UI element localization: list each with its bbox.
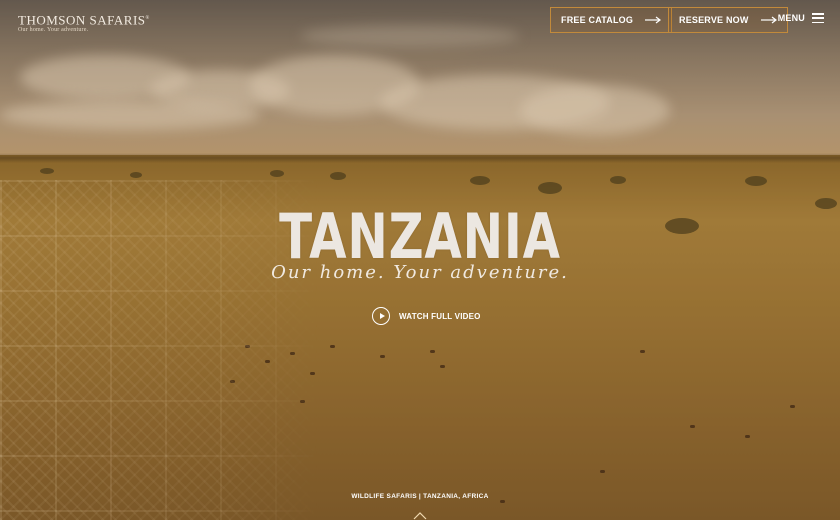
arrow-right-icon — [760, 16, 777, 24]
chevron-up-icon[interactable] — [413, 511, 427, 520]
play-icon — [372, 307, 390, 325]
brand-name: THOMSON SAFARIS® — [18, 12, 150, 28]
free-catalog-label: FREE CATALOG — [561, 15, 634, 25]
reserve-now-button[interactable]: RESERVE NOW — [668, 7, 788, 33]
watch-video-button[interactable]: WATCH FULL VIDEO — [372, 307, 481, 325]
hamburger-icon — [812, 13, 824, 23]
menu-button[interactable]: MENU — [778, 13, 824, 23]
brand-logo[interactable]: THOMSON SAFARIS® Our home. Your adventur… — [18, 12, 150, 34]
registered-mark: ® — [145, 16, 150, 21]
menu-label: MENU — [777, 13, 805, 23]
watch-video-label: WATCH FULL VIDEO — [399, 311, 481, 321]
free-catalog-button[interactable]: FREE CATALOG — [550, 7, 673, 33]
arrow-right-icon — [645, 16, 662, 24]
reserve-now-label: RESERVE NOW — [679, 15, 749, 25]
hero-script-tagline: Our home. Your adventure. — [271, 262, 569, 283]
brand-tagline: Our home. Your adventure. — [18, 27, 89, 34]
hero-location-label: WILDLIFE SAFARIS | TANZANIA, AFRICA — [351, 493, 489, 500]
